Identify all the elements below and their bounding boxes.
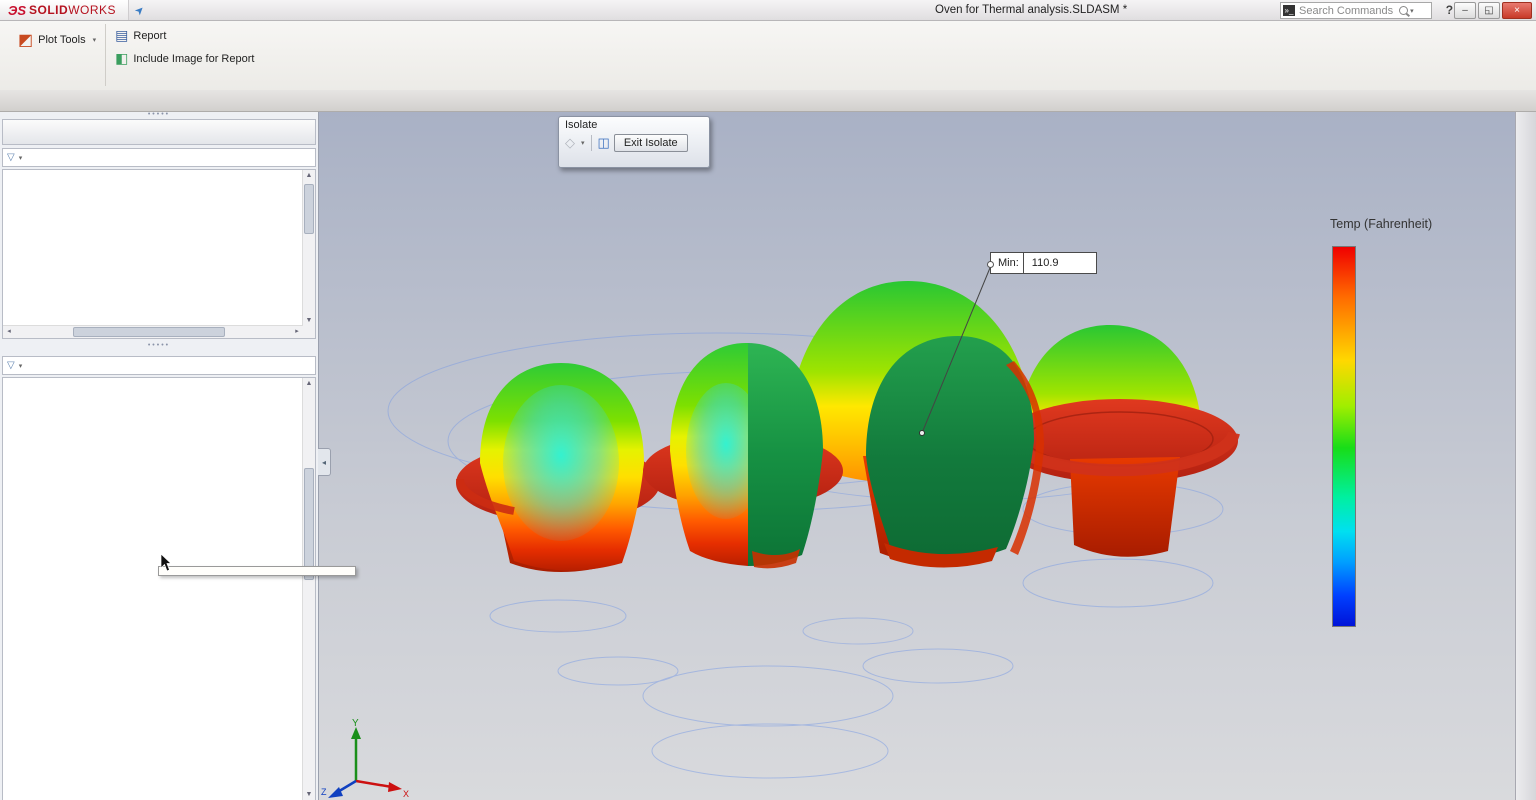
simulation-study-tree — [3, 378, 315, 800]
mouse-cursor-icon — [160, 554, 172, 575]
logo-text: SOLIDWORKS — [29, 3, 116, 17]
legend-title: Temp (Fahrenheit) — [1330, 217, 1498, 231]
include-image-icon: ◧ — [115, 50, 128, 67]
muffin-front-section-face[interactable] — [866, 336, 1034, 560]
horizontal-scrollbar[interactable]: ◂ ▸ — [3, 325, 315, 338]
feature-manager-tabs — [2, 119, 316, 145]
graphics-viewport[interactable]: Y X Z Isolate ◇ ▾ ◫ Exit Isolate Min: 11… — [318, 111, 1516, 800]
save-isolate-icon[interactable]: ◫ — [598, 135, 610, 151]
search-caret-icon[interactable]: ▾ — [1410, 7, 1414, 15]
isolate-dialog: Isolate ◇ ▾ ◫ Exit Isolate — [558, 116, 710, 168]
scroll-down-icon[interactable]: ▼ — [303, 315, 315, 326]
tree-filter-input[interactable]: ▽ ▾ — [2, 148, 316, 167]
minimize-button[interactable]: – — [1454, 2, 1476, 19]
command-tab-bar — [0, 90, 1536, 112]
ds-logo-icon: ЭS — [8, 3, 26, 18]
svg-text:X: X — [403, 789, 409, 799]
plot-tools-icon: ◩ — [18, 30, 33, 50]
scrollbar-thumb[interactable] — [73, 327, 225, 337]
isolate-caret-icon[interactable]: ▾ — [581, 139, 585, 147]
plot-tools-caret-icon[interactable]: ▾ — [93, 36, 97, 44]
convection-tooltip — [158, 566, 356, 576]
study-tree-filter-input[interactable]: ▽ ▾ — [2, 356, 316, 375]
min-value-callout[interactable]: Min: 110.9 — [990, 252, 1097, 274]
panel-splitter[interactable]: ••••• — [0, 111, 318, 119]
scroll-up-icon[interactable]: ▲ — [303, 378, 315, 389]
filter-caret-icon[interactable]: ▾ — [19, 154, 23, 162]
document-title: Oven for Thermal analysis.SLDASM * — [935, 0, 1127, 20]
scrollbar-thumb[interactable] — [304, 184, 314, 234]
exit-isolate-button[interactable]: Exit Isolate — [614, 134, 688, 152]
min-value: 110.9 — [1024, 253, 1096, 273]
scroll-down-icon[interactable]: ▼ — [303, 789, 315, 800]
close-button[interactable]: × — [1502, 2, 1532, 19]
legend-color-bar — [1332, 246, 1356, 627]
report-icon: ▤ — [115, 27, 128, 44]
panel-splitter[interactable]: ••••• — [0, 339, 318, 353]
search-icon[interactable] — [1399, 6, 1408, 15]
command-prompt-icon: »_ — [1283, 5, 1295, 16]
include-image-for-report-button[interactable]: ◧ Include Image for Report — [115, 50, 254, 67]
title-bar: ЭS SOLIDWORKS ➤ Oven for Thermal analysi… — [0, 0, 1536, 21]
isolate-title: Isolate — [565, 119, 703, 131]
feature-tree — [3, 170, 315, 325]
search-placeholder: Search Commands — [1299, 5, 1393, 17]
vertical-scrollbar[interactable]: ▲ ▼ — [302, 378, 315, 800]
vertical-scrollbar[interactable]: ▲ ▼ — [302, 170, 315, 326]
muffin-left-core — [503, 385, 619, 541]
svg-text:Z: Z — [321, 787, 327, 797]
plot-tools-button[interactable]: ◩ Plot Tools ▾ — [18, 28, 96, 52]
task-pane-strip — [1515, 111, 1536, 800]
temperature-legend: Temp (Fahrenheit) — [1318, 217, 1498, 231]
pin-icon[interactable]: ➤ — [132, 2, 148, 18]
restore-button[interactable]: ◱ — [1478, 2, 1500, 19]
filter-funnel-icon: ▽ — [7, 152, 15, 163]
scroll-right-icon[interactable]: ▸ — [291, 326, 303, 338]
search-commands-box[interactable]: »_ Search Commands ▾ — [1280, 2, 1432, 19]
filter-caret-icon[interactable]: ▾ — [19, 362, 23, 370]
panel-collapse-handle[interactable]: ◂ — [318, 448, 331, 476]
isolate-mode-icon[interactable]: ◇ — [565, 135, 575, 151]
min-label: Min: — [991, 253, 1024, 273]
svg-text:Y: Y — [352, 718, 359, 729]
solidworks-logo: ЭS SOLIDWORKS — [0, 0, 129, 20]
scrollbar-thumb[interactable] — [304, 468, 314, 580]
scroll-left-icon[interactable]: ◂ — [3, 326, 15, 338]
filter-funnel-icon: ▽ — [7, 360, 15, 371]
scroll-up-icon[interactable]: ▲ — [303, 170, 315, 181]
command-manager-ribbon: ◩ Plot Tools ▾ ▤ Report ◧ Include Image … — [0, 20, 1536, 91]
feature-manager-panel: ••••• ▽ ▾ ◂ ▸ ▲ ▼ ••••• ▽ ▾ ▲ ▼ — [0, 111, 319, 800]
report-button[interactable]: ▤ Report — [115, 27, 254, 44]
